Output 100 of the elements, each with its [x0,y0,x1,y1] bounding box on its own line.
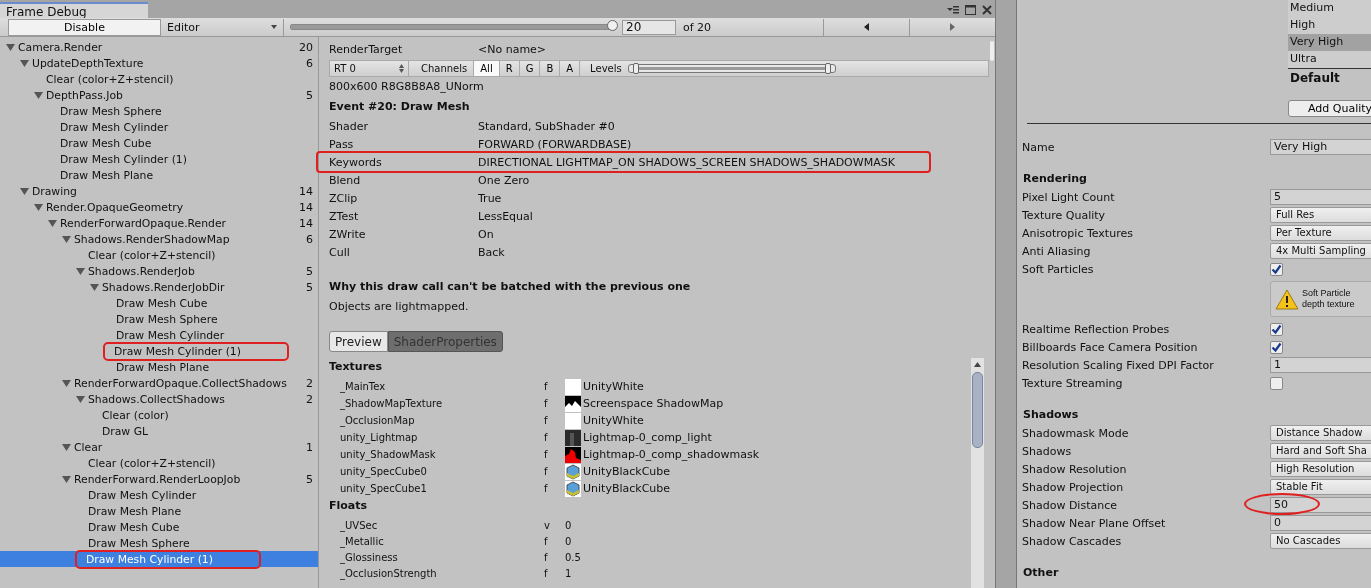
number-field[interactable]: 0 [1270,515,1371,531]
dropdown[interactable]: High Resolution [1270,461,1371,477]
expand-arrow-icon[interactable] [76,266,85,276]
expand-arrow-icon[interactable] [62,378,71,388]
tree-item[interactable]: RenderForwardOpaque.Render 14 [0,215,318,231]
texture-name: UnityWhite [583,380,644,393]
expand-arrow-icon[interactable] [34,90,43,100]
tree-item[interactable]: Clear (color+Z+stencil) [0,247,318,263]
tree-item[interactable]: Shadows.RenderShadowMap 6 [0,231,318,247]
checkbox[interactable] [1270,322,1283,336]
channel-toggle[interactable]: A [559,61,580,76]
expand-arrow-icon[interactable] [48,218,57,228]
expand-arrow-icon[interactable] [76,394,85,404]
field-label: Realtime Reflection Probes [1022,322,1171,336]
quality-level-item[interactable]: Ultra [1288,51,1371,68]
tree-item[interactable]: Draw Mesh Cube [0,295,318,311]
number-field[interactable]: 5 [1270,189,1371,205]
view-tab[interactable]: Preview [329,331,388,352]
number-field[interactable]: 1 [1270,357,1371,373]
tree-item[interactable]: Shadows.CollectShadows 2 [0,391,318,407]
channel-toggle[interactable]: G [518,61,540,76]
dropdown[interactable]: Hard and Soft Sha [1270,443,1371,459]
expand-arrow-icon[interactable] [62,234,71,244]
quality-level-item[interactable]: Medium [1288,0,1371,17]
channel-toggle[interactable]: R [498,61,519,76]
tree-item[interactable]: RenderForwardOpaque.CollectShadows 2 [0,375,318,391]
tree-item[interactable]: Draw Mesh Sphere [0,535,318,551]
tree-item[interactable]: Camera.Render 20 [0,39,318,55]
property-type: f [544,398,549,409]
field-label: Shadow Near Plane Offset [1022,516,1167,530]
tree-item[interactable]: Draw Mesh Cube [0,519,318,535]
field-label: Shadow Projection [1022,480,1125,494]
tree-item[interactable]: Draw Mesh Cylinder [0,487,318,503]
tree-item[interactable]: Draw Mesh Sphere [0,311,318,327]
tree-item[interactable]: Draw Mesh Plane [0,503,318,519]
channel-toggle[interactable]: All [473,61,499,76]
property-label: Blend [329,173,362,187]
tree-item[interactable]: RenderForward.RenderLoopJob 5 [0,471,318,487]
dropdown[interactable]: Full Res [1270,207,1371,223]
tree-item[interactable]: Draw Mesh Plane [0,359,318,375]
menu-icon[interactable] [947,5,959,15]
slider-thumb[interactable] [607,20,618,31]
property-value: FORWARD (FORWARDBASE) [478,137,632,151]
window-tab[interactable]: Frame Debug [0,2,148,18]
tree-item[interactable]: Clear (color+Z+stencil) [0,455,318,471]
right-arrow-icon [950,23,955,31]
dropdown[interactable]: Stable Fit [1270,479,1371,495]
quality-level-item[interactable]: Very High [1288,34,1371,51]
dropdown[interactable]: Distance Shadow [1270,425,1371,441]
up-arrow-icon[interactable] [974,362,981,367]
expand-arrow-icon[interactable] [34,202,43,212]
render-target-dropdown[interactable]: RT 0 [330,61,409,76]
tree-item[interactable]: Draw Mesh Cylinder (1) [0,343,318,359]
number-field[interactable]: 50 [1270,497,1371,513]
tree-item[interactable]: UpdateDepthTexture 6 [0,55,318,71]
field-label: Name [1022,140,1056,154]
scrollbar[interactable] [971,358,984,588]
quality-level-item[interactable]: High [1288,17,1371,34]
tree-item[interactable]: Draw Mesh Cylinder (1) [0,551,318,567]
expand-arrow-icon[interactable] [6,42,15,52]
event-field[interactable]: 20 [622,19,676,35]
scrollbar-thumb[interactable] [990,41,994,61]
checkbox[interactable] [1270,376,1283,390]
property-type: f [544,551,549,563]
tree-item[interactable]: Draw Mesh Cylinder [0,119,318,135]
close-icon[interactable] [982,5,992,15]
tree-item[interactable]: Clear (color) [0,407,318,423]
expand-arrow-icon[interactable] [90,282,99,292]
tree-item[interactable]: Draw Mesh Sphere [0,103,318,119]
field-label: Shadowmask Mode [1022,426,1130,440]
tree-item[interactable]: Draw Mesh Cylinder (1) [0,151,318,167]
checkbox[interactable] [1270,262,1283,276]
name-field[interactable]: Very High [1270,139,1371,155]
tree-item[interactable]: Draw Mesh Cylinder [0,327,318,343]
expand-arrow-icon[interactable] [20,58,29,68]
tree-item[interactable]: Draw GL [0,423,318,439]
channel-toggle[interactable]: B [539,61,560,76]
tree-item[interactable]: Render.OpaqueGeometry 14 [0,199,318,215]
dropdown[interactable]: Per Texture [1270,225,1371,241]
tree-item[interactable]: Shadows.RenderJobDir 5 [0,279,318,295]
tree-item[interactable]: Drawing 14 [0,183,318,199]
maximize-icon[interactable] [965,5,976,15]
disable-button[interactable]: Disable [8,18,161,36]
tree-item[interactable]: DepthPass.Job 5 [0,87,318,103]
dropdown[interactable]: 4x Multi Sampling [1270,243,1371,259]
dropdown[interactable]: No Cascades [1270,533,1371,549]
warning-text: Soft Particle depth texture [1302,288,1355,310]
add-quality-button[interactable]: Add Quality [1288,100,1371,117]
levels-range-slider[interactable] [627,64,836,73]
expand-arrow-icon[interactable] [20,186,29,196]
checkbox[interactable] [1270,340,1283,354]
tree-item[interactable]: Shadows.RenderJob 5 [0,263,318,279]
expand-arrow-icon[interactable] [62,442,71,452]
expand-arrow-icon[interactable] [62,474,71,484]
mode-dropdown[interactable]: Editor [161,18,284,36]
tree-item[interactable]: Draw Mesh Plane [0,167,318,183]
tree-item[interactable]: Clear 1 [0,439,318,455]
tree-item[interactable]: Clear (color+Z+stencil) [0,71,318,87]
tree-item[interactable]: Draw Mesh Cube [0,135,318,151]
field-label: Shadow Cascades [1022,534,1123,548]
